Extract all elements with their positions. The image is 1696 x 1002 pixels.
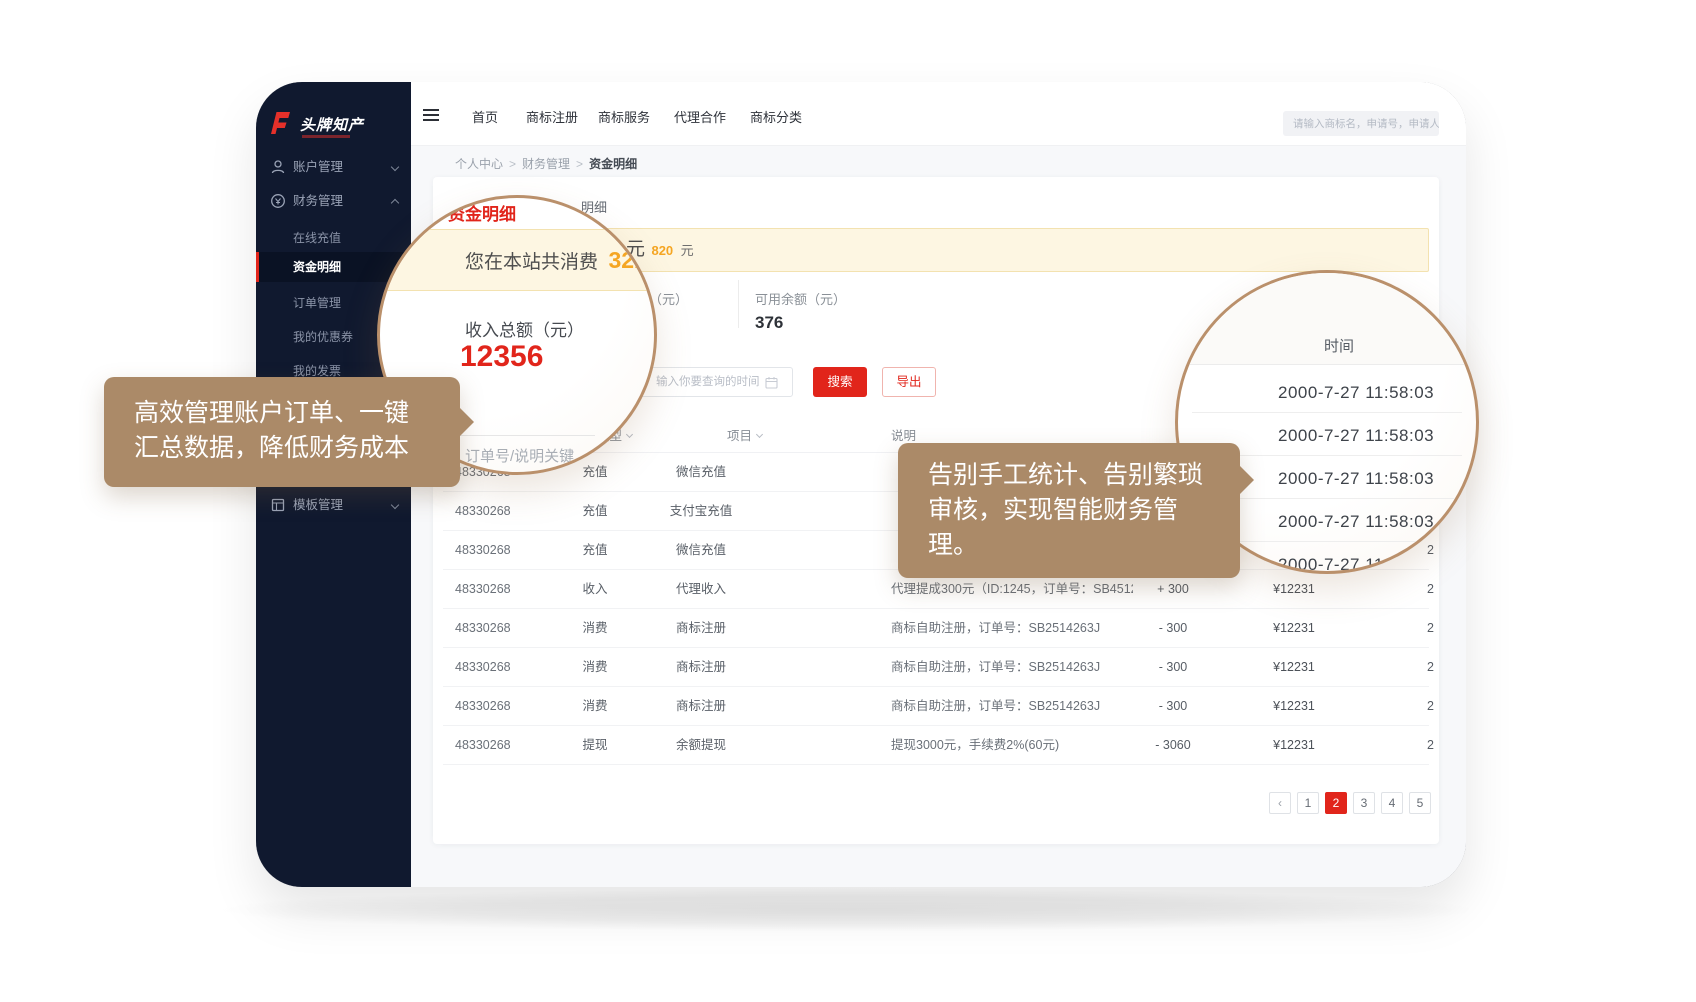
sidebar-item-label: 财务管理 xyxy=(293,186,343,216)
trademark-search-input[interactable] xyxy=(1283,111,1439,136)
brand-name: 头牌知产 xyxy=(300,114,364,135)
pagination-page-3[interactable]: 3 xyxy=(1353,792,1375,814)
pagination-page-5[interactable]: 5 xyxy=(1409,792,1431,814)
top-navbar: 首页 商标注册 商标服务 代理合作 商标分类 xyxy=(411,82,1466,146)
nav-trademark-service[interactable]: 商标服务 xyxy=(598,107,650,126)
breadcrumb: 个人中心>财务管理>资金明细 xyxy=(455,155,637,172)
stat-expense-unit: （元） xyxy=(649,289,688,308)
page: 头牌知产 账户管理 财务管理 xyxy=(0,0,1696,1002)
sort-caret-icon xyxy=(626,431,633,438)
magnified-consumption-banner: 您在本站共消费 32124 xyxy=(377,229,657,291)
laptop-base xyxy=(40,882,1656,938)
brand-logo[interactable]: 头牌知产 xyxy=(268,108,408,142)
pagination-page-2-active[interactable]: 2 xyxy=(1325,792,1347,814)
sort-caret-icon xyxy=(756,431,763,438)
callout-right: 告别手工统计、告别繁琐 审核，实现智能财务管 理。 xyxy=(898,443,1240,578)
divider xyxy=(738,280,739,328)
active-indicator xyxy=(256,252,259,282)
magnified-active-tab: 资金明细 xyxy=(448,200,516,225)
chevron-down-icon xyxy=(391,163,399,171)
breadcrumb-item[interactable]: 财务管理 xyxy=(522,157,570,171)
brand-logo-icon xyxy=(268,110,292,136)
calendar-icon[interactable] xyxy=(765,376,778,389)
hamburger-icon[interactable] xyxy=(423,109,439,121)
consumption-amount: 820 xyxy=(651,243,673,258)
stat-balance-label: 可用余额（元） xyxy=(755,289,846,308)
table-row[interactable]: 48330268提现余额提现提现3000元，手续费2%(60元)- 3060¥1… xyxy=(443,726,1429,765)
magnified-keyword-placeholder: 订单号/说明关键 xyxy=(465,445,574,466)
callout-left: 高效管理账户订单、一键 汇总数据，降低财务成本 xyxy=(104,377,460,487)
table-row[interactable]: 48330268消费商标注册商标自助注册，订单号：SB2514263J- 300… xyxy=(443,687,1429,726)
sidebar-item-finance[interactable]: 财务管理 xyxy=(256,186,411,216)
magnified-time-cell: 2000-7-27 11:58:03 xyxy=(1278,426,1434,446)
pagination-page-1[interactable]: 1 xyxy=(1297,792,1319,814)
export-button[interactable]: 导出 xyxy=(882,367,936,397)
breadcrumb-item[interactable]: 个人中心 xyxy=(455,157,503,171)
template-icon xyxy=(270,497,286,513)
table-row[interactable]: 48330268消费商标注册商标自助注册，订单号：SB2514263J- 300… xyxy=(443,648,1429,687)
pagination: ‹ 1 2 3 4 5 xyxy=(1269,792,1431,814)
search-button[interactable]: 搜索 xyxy=(813,367,867,397)
magnified-time-cell: 2000-7-27 11:58:03 xyxy=(1278,512,1434,532)
user-icon xyxy=(270,159,286,175)
sidebar-item-label: 账户管理 xyxy=(293,152,343,182)
stat-balance-value: 376 xyxy=(755,313,783,333)
nav-trademark-register[interactable]: 商标注册 xyxy=(526,107,578,126)
magnified-time-cell: 2000-7-27 11:58:03 xyxy=(1278,469,1434,489)
nav-trademark-category[interactable]: 商标分类 xyxy=(750,107,802,126)
magnified-time-cell: 2000-7-27 11:58:03 xyxy=(1278,383,1434,403)
divider xyxy=(1192,412,1462,413)
finance-icon xyxy=(270,193,286,209)
chevron-up-icon xyxy=(391,199,399,207)
magnified-consumption-amount: 32124 xyxy=(608,247,657,273)
chevron-down-icon xyxy=(391,501,399,509)
sidebar-item-templates[interactable]: 模板管理 xyxy=(256,490,411,520)
sidebar-item-account[interactable]: 账户管理 xyxy=(256,152,411,182)
magnified-time-header: 时间 xyxy=(1324,335,1354,356)
pagination-prev-button[interactable]: ‹ xyxy=(1269,792,1291,814)
table-row[interactable]: 48330268消费商标注册商标自助注册，订单号：SB2514263J- 300… xyxy=(443,609,1429,648)
pagination-page-4[interactable]: 4 xyxy=(1381,792,1403,814)
nav-agent-cooperation[interactable]: 代理合作 xyxy=(674,107,726,126)
breadcrumb-current: 资金明细 xyxy=(589,157,637,171)
brand-tagline-mark xyxy=(302,135,350,138)
magnified-income-value: 12356 xyxy=(460,340,543,374)
magnified-income-label: 收入总额（元） xyxy=(465,316,584,341)
col-header-project[interactable]: 项目 xyxy=(727,420,762,453)
nav-home[interactable]: 首页 xyxy=(472,107,498,126)
